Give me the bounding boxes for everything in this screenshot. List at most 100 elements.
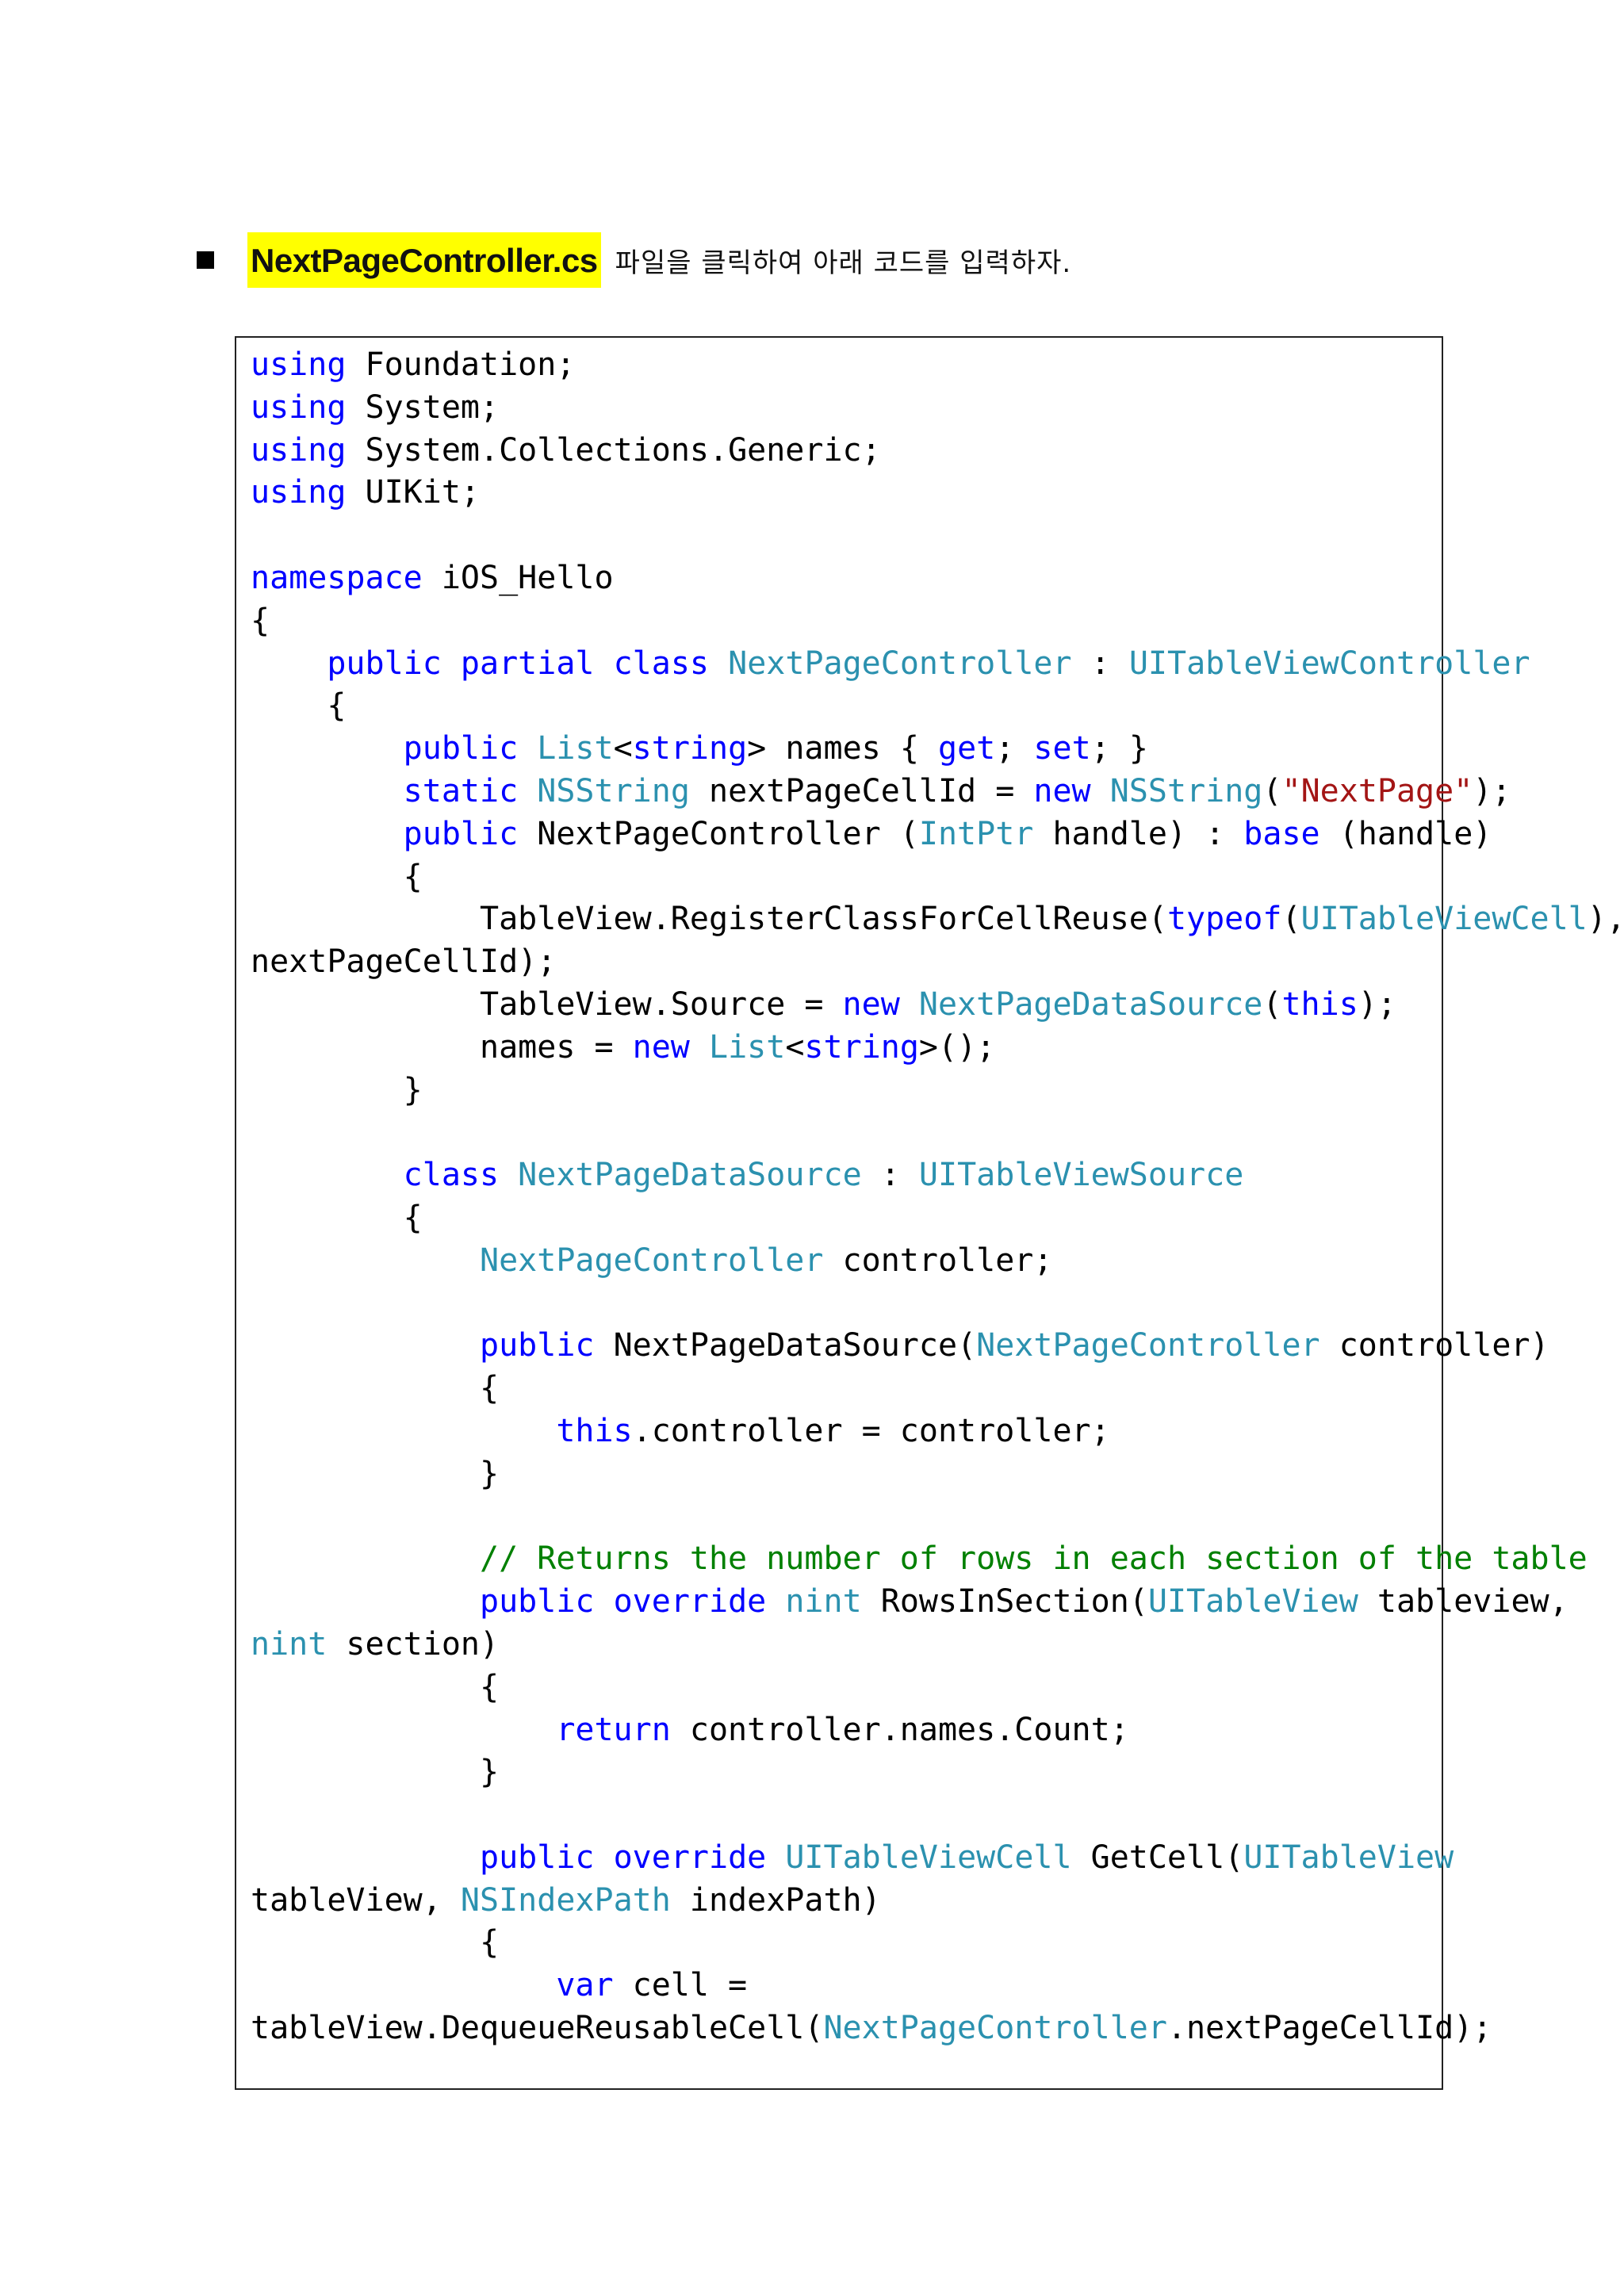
code-token: Foundation; <box>346 346 576 383</box>
code-token: IntPtr <box>918 815 1034 852</box>
code-line: tableView.DequeueReusableCell(NextPageCo… <box>251 2007 1624 2050</box>
code-token: RowsInSection( <box>861 1583 1148 1621</box>
code-token: List <box>708 1028 786 1066</box>
code-line: static NSString nextPageCellId = new NSS… <box>251 771 1624 813</box>
code-line: public override UITableViewCell GetCell(… <box>251 1837 1624 1880</box>
code-token: .nextPageCellId); <box>1166 2010 1492 2047</box>
code-token: UIKit; <box>346 474 481 511</box>
code-line: NextPageController controller; <box>251 1240 1624 1283</box>
code-line: return controller.names.Count; <box>251 1709 1624 1752</box>
code-token: set <box>1033 730 1091 767</box>
code-line: names = new List<string>(); <box>251 1027 1624 1070</box>
code-listing: using Foundation; using System; using Syst… <box>251 344 1624 2050</box>
code-line: TableView.Source = new NextPageDataSourc… <box>251 984 1624 1027</box>
code-token: TableView.RegisterClassForCellReuse( <box>251 901 1167 938</box>
code-line: } <box>251 1751 1624 1794</box>
code-line: this.controller = controller; <box>251 1410 1624 1453</box>
code-token: this <box>1281 985 1358 1023</box>
code-token: public <box>403 815 519 852</box>
code-line: var cell = <box>251 1965 1624 2007</box>
code-token: this <box>556 1412 633 1449</box>
code-token: // Returns the number of rows in each se… <box>479 1540 1588 1578</box>
code-token: NextPageController <box>728 645 1072 682</box>
code-line: { <box>251 600 1624 643</box>
code-token: } <box>251 1754 500 1791</box>
code-token: ( <box>1281 901 1301 938</box>
code-token: > names { <box>747 730 938 767</box>
code-token: >(); <box>918 1028 996 1066</box>
code-token: names = <box>251 1028 633 1066</box>
code-token: NextPageController <box>976 1327 1320 1364</box>
code-token: new <box>632 1028 690 1066</box>
code-token: ; } <box>1090 730 1148 767</box>
code-line: { <box>251 1922 1624 1965</box>
code-token: NSString <box>537 772 690 809</box>
code-token: new <box>842 985 900 1023</box>
code-token: NextPageDataSource <box>518 1157 862 1194</box>
code-token: NextPageController <box>479 1242 824 1279</box>
code-token: < <box>613 730 633 767</box>
code-token: System; <box>346 388 500 426</box>
code-token: namespace <box>251 559 423 596</box>
code-token: List <box>537 730 614 767</box>
code-token: controller) <box>1320 1327 1549 1364</box>
code-token: using <box>251 431 347 469</box>
code-token: class <box>403 1157 500 1194</box>
code-token: NextPageController <box>823 2010 1167 2047</box>
code-token: ); <box>1473 772 1511 809</box>
square-bullet-icon <box>197 251 214 269</box>
code-token: NSIndexPath <box>460 1881 671 1919</box>
code-token: using <box>251 346 347 383</box>
code-line: { <box>251 1368 1624 1410</box>
code-token: NextPageDataSource <box>918 985 1263 1023</box>
code-token: using <box>251 474 347 511</box>
code-token: public <box>327 645 442 682</box>
code-line: } <box>251 1453 1624 1496</box>
code-line: public NextPageDataSource(NextPageContro… <box>251 1325 1624 1368</box>
code-token: UITableViewCell <box>785 1839 1072 1876</box>
code-token: nint <box>251 1625 327 1663</box>
code-token: tableView, <box>251 1881 461 1919</box>
code-line: public List<string> names { get; set; } <box>251 728 1624 771</box>
instruction-line: NextPageController.cs 파일을 클릭하여 아래 코드를 입력… <box>197 232 1071 289</box>
code-token: override <box>613 1583 767 1621</box>
code-token: } <box>251 1455 500 1492</box>
code-token: return <box>556 1711 671 1748</box>
code-token: controller.names.Count; <box>670 1711 1129 1748</box>
code-token: < <box>785 1028 805 1066</box>
code-line: // Returns the number of rows in each se… <box>251 1538 1624 1581</box>
code-token: ; <box>995 730 1034 767</box>
code-token: UITableViewController <box>1128 645 1530 682</box>
code-line: public partial class NextPageController … <box>251 643 1624 686</box>
code-token: static <box>403 772 519 809</box>
code-token: "NextPage" <box>1281 772 1473 809</box>
code-token: { <box>251 1199 423 1236</box>
code-token: { <box>251 1668 500 1705</box>
code-token: ), <box>1587 901 1624 938</box>
code-token: { <box>251 602 270 639</box>
code-token: nextPageCellId = <box>689 772 1034 809</box>
